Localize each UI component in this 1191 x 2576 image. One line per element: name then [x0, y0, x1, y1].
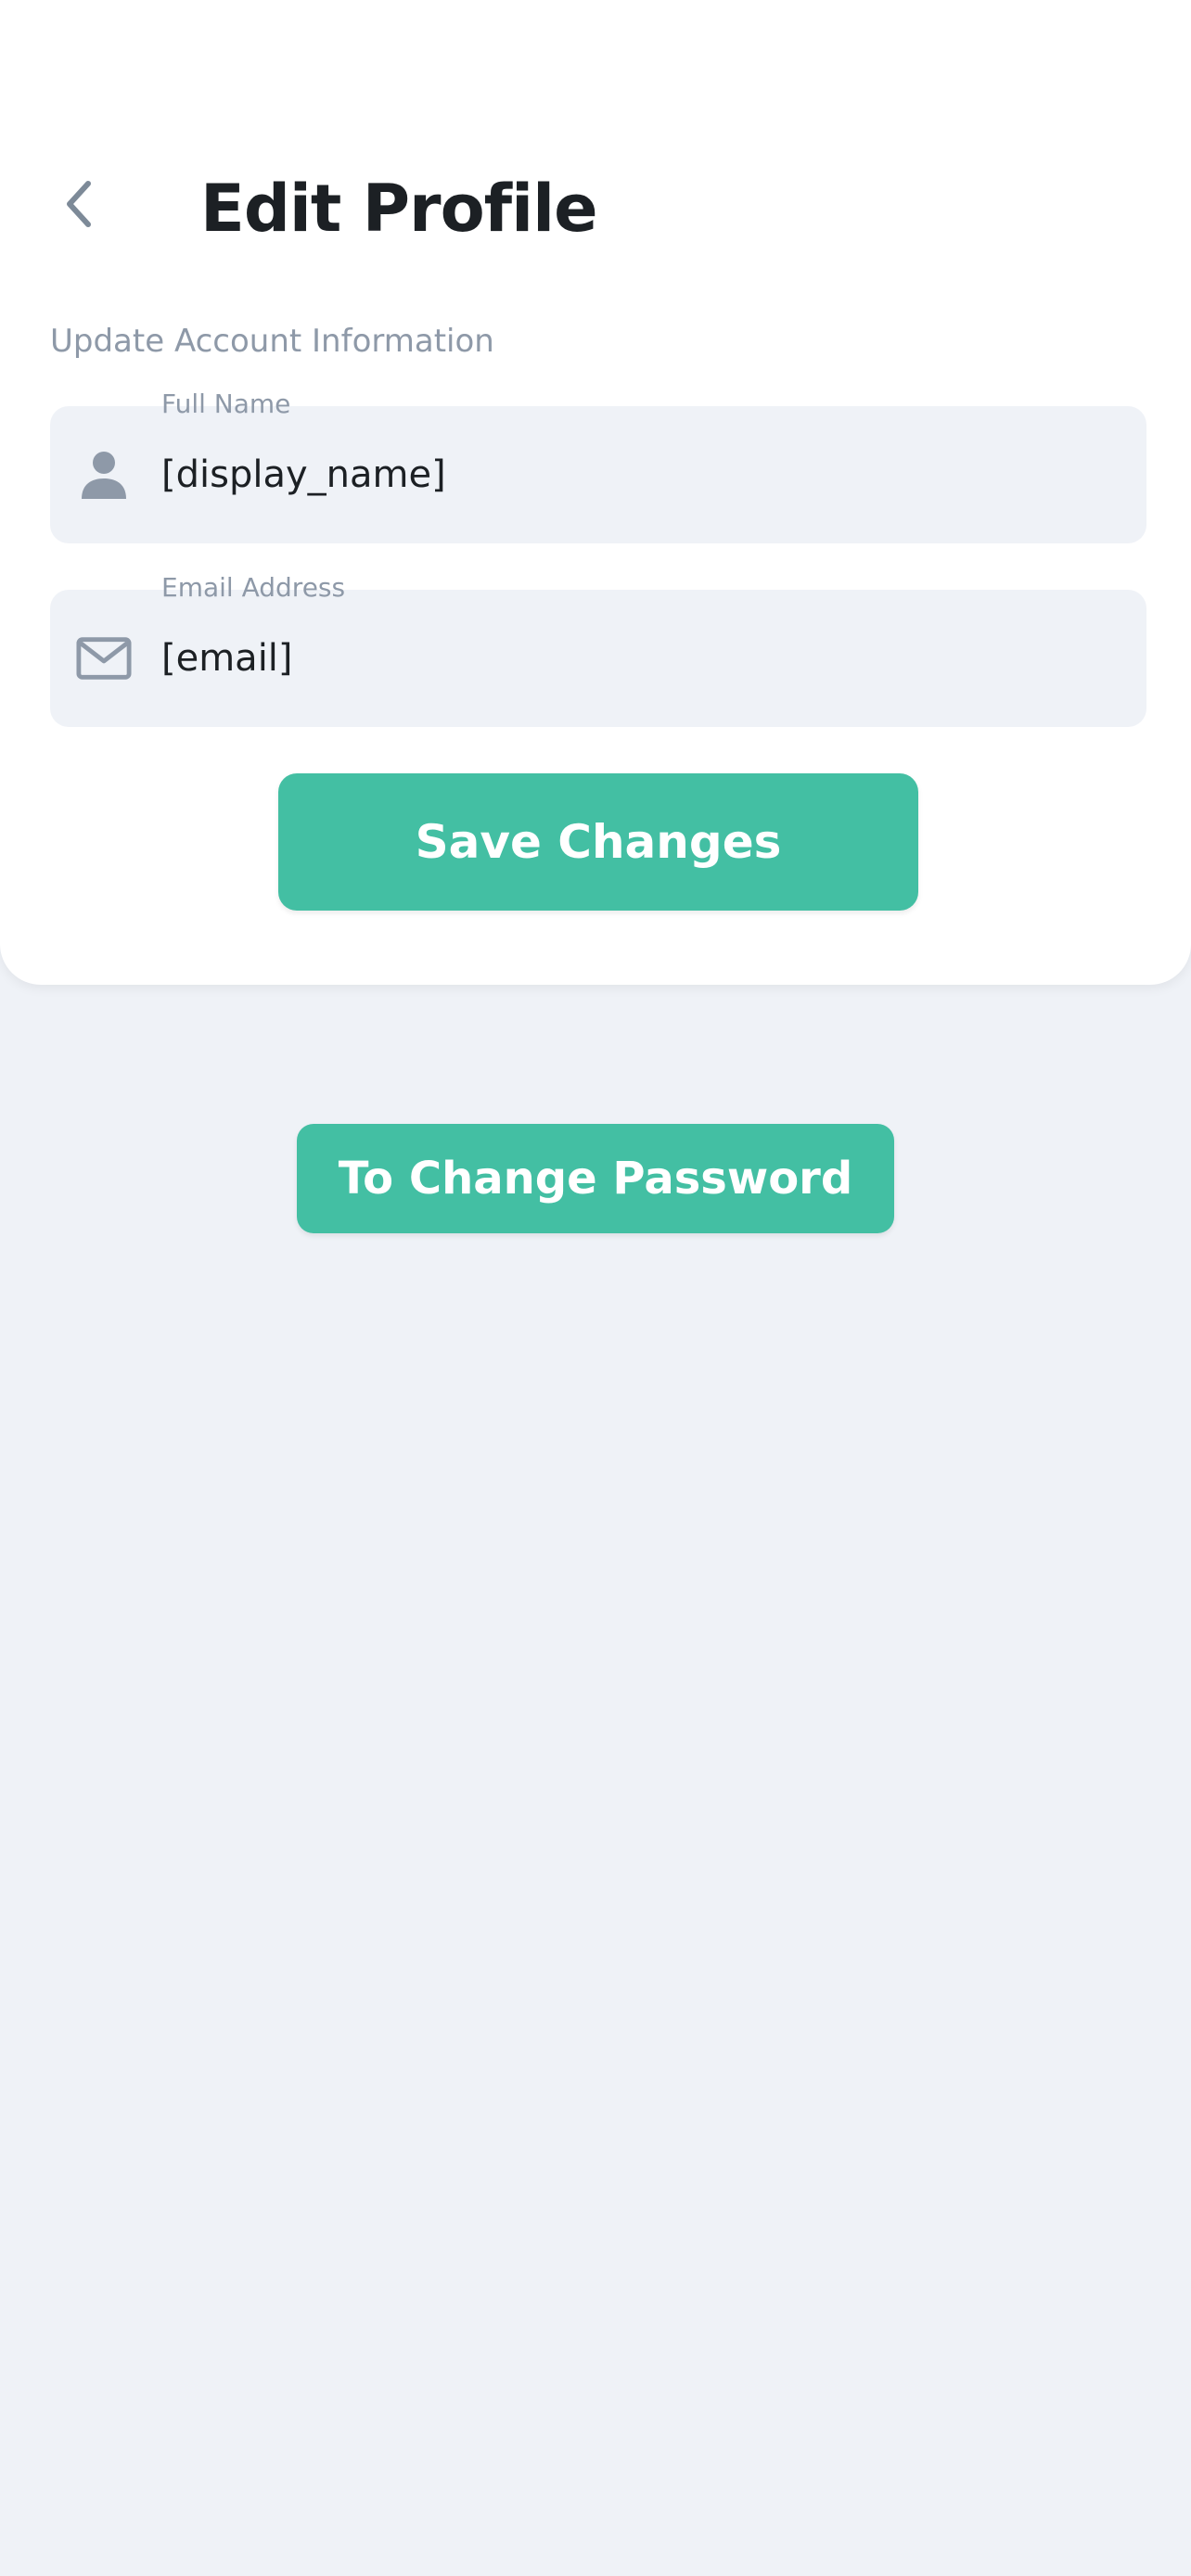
- chevron-left-icon: [67, 181, 91, 227]
- save-changes-button[interactable]: Save Changes: [278, 773, 918, 911]
- section-label: Update Account Information: [50, 323, 494, 360]
- profile-card: Edit Profile Update Account Information …: [0, 0, 1191, 985]
- email-field[interactable]: Email Address: [50, 572, 1146, 727]
- full-name-label: Full Name: [161, 389, 291, 419]
- email-label: Email Address: [161, 572, 346, 603]
- page-title: Edit Profile: [200, 171, 598, 247]
- envelope-icon: [76, 631, 132, 686]
- back-button[interactable]: [48, 174, 108, 234]
- email-input[interactable]: [161, 632, 1117, 684]
- full-name-input[interactable]: [161, 449, 1117, 501]
- full-name-field[interactable]: Full Name: [50, 389, 1146, 543]
- person-icon: [76, 447, 132, 503]
- change-password-button[interactable]: To Change Password: [297, 1124, 894, 1233]
